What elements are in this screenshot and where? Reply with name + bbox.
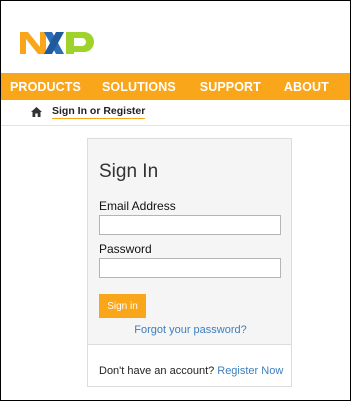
nav-support[interactable]: SUPPORT — [200, 80, 261, 94]
forgot-password-link[interactable]: Forgot your password? — [88, 324, 293, 336]
email-label: Email Address — [99, 199, 176, 213]
no-account-row: Don't have an account? Register Now — [99, 365, 283, 377]
breadcrumb-current[interactable]: Sign In or Register — [52, 105, 146, 119]
signin-button[interactable]: Sign in — [99, 294, 146, 318]
nxp-logo[interactable] — [20, 27, 104, 57]
nav-solutions[interactable]: SOLUTIONS — [102, 80, 176, 94]
signin-card: Sign In Email Address Password Sign in F… — [87, 138, 292, 387]
password-field[interactable] — [99, 258, 281, 278]
nav-about[interactable]: ABOUT — [284, 80, 329, 94]
page-frame: PRODUCTS SOLUTIONS SUPPORT ABOUT Sign In… — [0, 0, 351, 401]
nav-products[interactable]: PRODUCTS — [10, 80, 81, 94]
breadcrumb: Sign In or Register — [1, 100, 350, 126]
no-account-text: Don't have an account? — [99, 365, 215, 377]
main-nav: PRODUCTS SOLUTIONS SUPPORT ABOUT — [1, 73, 350, 100]
card-footer: Don't have an account? Register Now — [88, 345, 291, 386]
home-icon[interactable] — [31, 107, 42, 117]
email-field[interactable] — [99, 215, 281, 235]
signin-title: Sign In — [99, 161, 159, 182]
register-now-link[interactable]: Register Now — [217, 365, 283, 377]
password-label: Password — [99, 242, 152, 256]
